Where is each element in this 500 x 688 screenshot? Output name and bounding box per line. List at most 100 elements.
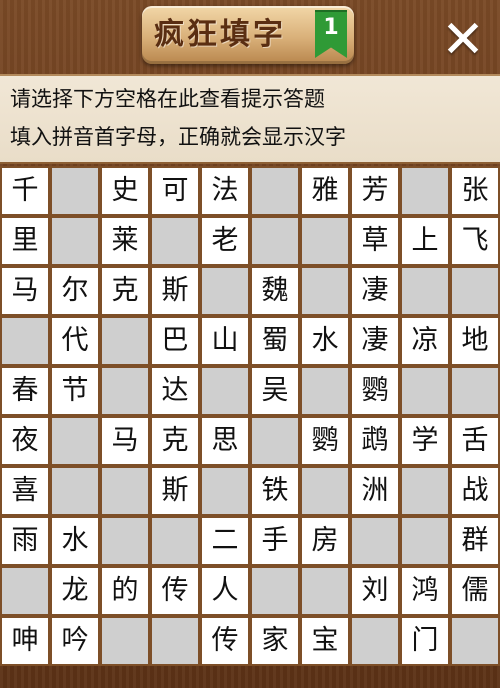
- grid-cell[interactable]: 巴: [150, 316, 200, 366]
- grid-cell-empty[interactable]: [50, 166, 100, 216]
- grid-cell-empty[interactable]: [200, 366, 250, 416]
- grid-cell[interactable]: 鹦: [350, 366, 400, 416]
- grid-cell-empty[interactable]: [200, 266, 250, 316]
- grid-cell[interactable]: 魏: [250, 266, 300, 316]
- grid-cell[interactable]: 人: [200, 566, 250, 616]
- grid-cell-empty[interactable]: [400, 516, 450, 566]
- grid-cell[interactable]: 呻: [0, 616, 50, 666]
- grid-cell-empty[interactable]: [200, 466, 250, 516]
- grid-cell[interactable]: 铁: [250, 466, 300, 516]
- grid-cell-empty[interactable]: [100, 516, 150, 566]
- grid-cell[interactable]: 斯: [150, 266, 200, 316]
- grid-cell[interactable]: 雅: [300, 166, 350, 216]
- grid-cell[interactable]: 上: [400, 216, 450, 266]
- grid-cell[interactable]: 凄: [350, 316, 400, 366]
- grid-cell[interactable]: 莱: [100, 216, 150, 266]
- grid-cell-empty[interactable]: [250, 416, 300, 466]
- grid-cell[interactable]: 房: [300, 516, 350, 566]
- grid-cell-empty[interactable]: [150, 516, 200, 566]
- grid-cell[interactable]: 的: [100, 566, 150, 616]
- close-icon[interactable]: ✕: [436, 14, 490, 68]
- grid-cell[interactable]: 鹦: [300, 416, 350, 466]
- grid-cell-empty[interactable]: [250, 566, 300, 616]
- grid-cell-empty[interactable]: [150, 616, 200, 666]
- grid-cell-empty[interactable]: [350, 516, 400, 566]
- grid-cell[interactable]: 达: [150, 366, 200, 416]
- grid-cell[interactable]: 水: [50, 516, 100, 566]
- grid-cell[interactable]: 家: [250, 616, 300, 666]
- grid-cell[interactable]: 战: [450, 466, 500, 516]
- grid-cell-empty[interactable]: [100, 316, 150, 366]
- grid-cell[interactable]: 马: [100, 416, 150, 466]
- grid-cell[interactable]: 史: [100, 166, 150, 216]
- grid-cell[interactable]: 春: [0, 366, 50, 416]
- grid-cell[interactable]: 斯: [150, 466, 200, 516]
- grid-cell-empty[interactable]: [400, 466, 450, 516]
- grid-cell-empty[interactable]: [100, 466, 150, 516]
- grid-cell[interactable]: 克: [100, 266, 150, 316]
- grid-cell[interactable]: 里: [0, 216, 50, 266]
- grid-cell[interactable]: 洲: [350, 466, 400, 516]
- grid-cell[interactable]: 雨: [0, 516, 50, 566]
- grid-cell[interactable]: 蜀: [250, 316, 300, 366]
- grid-cell-empty[interactable]: [100, 616, 150, 666]
- grid-cell[interactable]: 思: [200, 416, 250, 466]
- grid-cell[interactable]: 代: [50, 316, 100, 366]
- grid-cell-empty[interactable]: [300, 566, 350, 616]
- grid-cell-empty[interactable]: [300, 266, 350, 316]
- grid-cell[interactable]: 凉: [400, 316, 450, 366]
- grid-cell[interactable]: 舌: [450, 416, 500, 466]
- grid-cell[interactable]: 传: [200, 616, 250, 666]
- grid-cell[interactable]: 可: [150, 166, 200, 216]
- grid-cell[interactable]: 尔: [50, 266, 100, 316]
- grid-cell-empty[interactable]: [300, 466, 350, 516]
- grid-cell[interactable]: 学: [400, 416, 450, 466]
- grid-cell[interactable]: 二: [200, 516, 250, 566]
- grid-cell[interactable]: 老: [200, 216, 250, 266]
- grid-cell-empty[interactable]: [450, 616, 500, 666]
- grid-cell-empty[interactable]: [0, 566, 50, 616]
- grid-cell[interactable]: 门: [400, 616, 450, 666]
- grid-cell[interactable]: 鹉: [350, 416, 400, 466]
- grid-cell[interactable]: 群: [450, 516, 500, 566]
- grid-cell-empty[interactable]: [350, 616, 400, 666]
- grid-cell[interactable]: 喜: [0, 466, 50, 516]
- grid-cell[interactable]: 节: [50, 366, 100, 416]
- grid-cell-empty[interactable]: [250, 166, 300, 216]
- grid-cell[interactable]: 夜: [0, 416, 50, 466]
- grid-cell[interactable]: 宝: [300, 616, 350, 666]
- grid-cell[interactable]: 飞: [450, 216, 500, 266]
- grid-cell[interactable]: 传: [150, 566, 200, 616]
- grid-cell-empty[interactable]: [300, 366, 350, 416]
- grid-cell-empty[interactable]: [0, 316, 50, 366]
- grid-cell[interactable]: 吟: [50, 616, 100, 666]
- grid-cell[interactable]: 法: [200, 166, 250, 216]
- grid-cell[interactable]: 鸿: [400, 566, 450, 616]
- grid-cell-empty[interactable]: [450, 366, 500, 416]
- grid-cell[interactable]: 儒: [450, 566, 500, 616]
- grid-cell[interactable]: 山: [200, 316, 250, 366]
- grid-cell-empty[interactable]: [400, 266, 450, 316]
- grid-cell-empty[interactable]: [50, 216, 100, 266]
- grid-cell[interactable]: 地: [450, 316, 500, 366]
- grid-cell[interactable]: 龙: [50, 566, 100, 616]
- grid-cell-empty[interactable]: [250, 216, 300, 266]
- grid-cell[interactable]: 马: [0, 266, 50, 316]
- grid-cell-empty[interactable]: [50, 466, 100, 516]
- grid-cell[interactable]: 克: [150, 416, 200, 466]
- grid-cell[interactable]: 张: [450, 166, 500, 216]
- grid-cell-empty[interactable]: [100, 366, 150, 416]
- grid-cell[interactable]: 水: [300, 316, 350, 366]
- grid-cell[interactable]: 吴: [250, 366, 300, 416]
- grid-cell-empty[interactable]: [400, 366, 450, 416]
- grid-cell-empty[interactable]: [150, 216, 200, 266]
- grid-cell[interactable]: 芳: [350, 166, 400, 216]
- grid-cell[interactable]: 凄: [350, 266, 400, 316]
- grid-cell-empty[interactable]: [50, 416, 100, 466]
- grid-cell-empty[interactable]: [400, 166, 450, 216]
- grid-cell[interactable]: 千: [0, 166, 50, 216]
- grid-cell[interactable]: 刘: [350, 566, 400, 616]
- grid-cell[interactable]: 手: [250, 516, 300, 566]
- grid-cell-empty[interactable]: [450, 266, 500, 316]
- grid-cell[interactable]: 草: [350, 216, 400, 266]
